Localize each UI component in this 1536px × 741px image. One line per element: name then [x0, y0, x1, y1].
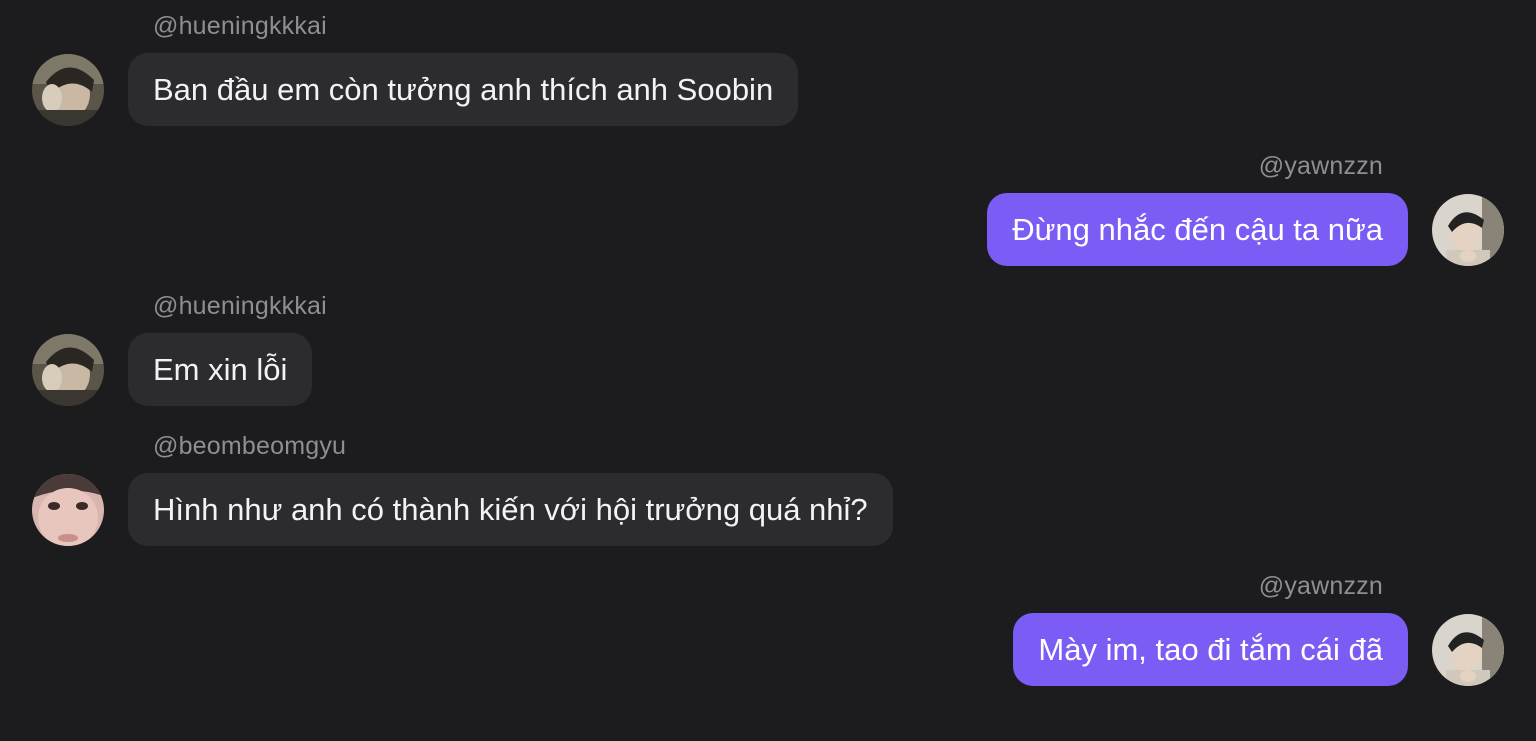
message-row: @hueningkkkai Em xin lỗi [0, 280, 1536, 420]
message-row: @beombeomgyu Hình như anh có thành kiến … [0, 420, 1536, 560]
sender-username[interactable]: @hueningkkkai [153, 292, 327, 321]
message-bubble[interactable]: Đừng nhắc đến cậu ta nữa [987, 193, 1408, 266]
sender-username[interactable]: @yawnzzn [1259, 572, 1383, 601]
sender-avatar[interactable] [32, 334, 104, 406]
sender-avatar[interactable] [1432, 614, 1504, 686]
sender-username[interactable]: @beombeomgyu [153, 432, 346, 461]
message-bubble[interactable]: Mày im, tao đi tắm cái đã [1013, 613, 1408, 686]
sender-username[interactable]: @hueningkkkai [153, 12, 327, 41]
chat-thread: @hueningkkkai Ban đầu em còn tưởng anh t… [0, 0, 1536, 741]
sender-avatar[interactable] [32, 474, 104, 546]
message-bubble[interactable]: Ban đầu em còn tưởng anh thích anh Soobi… [128, 53, 799, 126]
message-bubble[interactable]: Em xin lỗi [128, 333, 313, 406]
sender-avatar[interactable] [1432, 194, 1504, 266]
sender-avatar[interactable] [32, 54, 104, 126]
message-row: @yawnzzn Mày im, tao đi tắm cái đã [0, 560, 1536, 700]
sender-username[interactable]: @yawnzzn [1259, 152, 1383, 181]
message-row: @hueningkkkai Ban đầu em còn tưởng anh t… [0, 0, 1536, 140]
message-row: @yawnzzn Đừng nhắc đến cậu ta nữa [0, 140, 1536, 280]
message-bubble[interactable]: Hình như anh có thành kiến với hội trưởn… [128, 473, 893, 546]
